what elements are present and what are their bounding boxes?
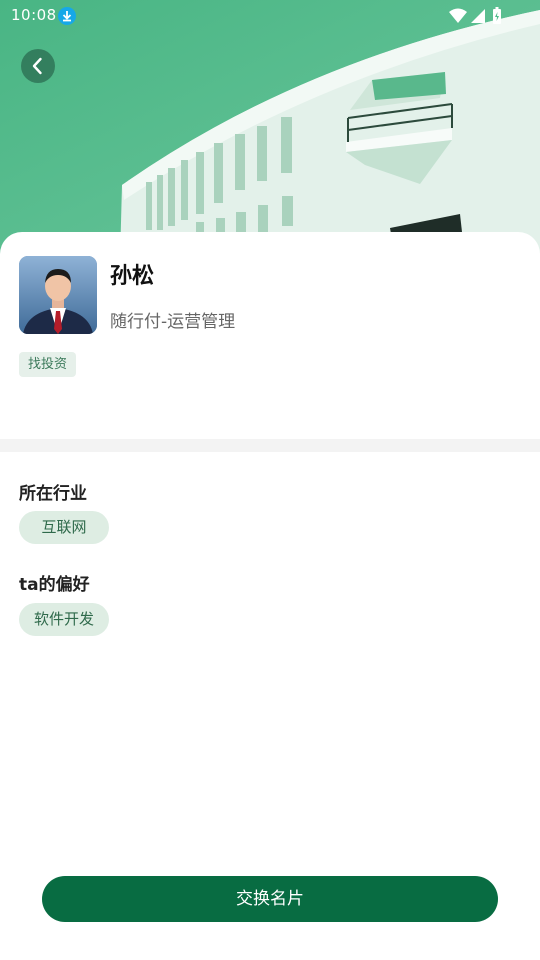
preference-title: ta的偏好 <box>19 575 90 595</box>
avatar[interactable] <box>19 256 97 334</box>
battery-charging-icon <box>492 7 502 25</box>
back-button[interactable] <box>21 49 55 83</box>
status-bar: 10:08 <box>0 0 540 32</box>
system-icons <box>448 7 508 25</box>
status-time: 10:08 <box>11 6 57 24</box>
profile-name: 孙松 <box>110 264 155 289</box>
company-role: 随行付-运营管理 <box>110 312 236 332</box>
wifi-icon <box>448 7 468 25</box>
chevron-left-icon <box>32 57 42 75</box>
signal-icon <box>470 7 486 25</box>
exchange-card-button[interactable]: 交换名片 <box>42 876 498 922</box>
download-icon <box>58 7 76 25</box>
industry-pill: 互联网 <box>19 511 109 544</box>
profile-card: 孙松 随行付-运营管理 找投资 所在行业 互联网 ta的偏好 软件开发 <box>0 232 540 960</box>
preference-pill: 软件开发 <box>19 603 109 636</box>
intent-tag: 找投资 <box>19 352 77 377</box>
section-divider <box>0 439 540 452</box>
header-photo <box>0 0 540 260</box>
industry-title: 所在行业 <box>19 484 87 504</box>
